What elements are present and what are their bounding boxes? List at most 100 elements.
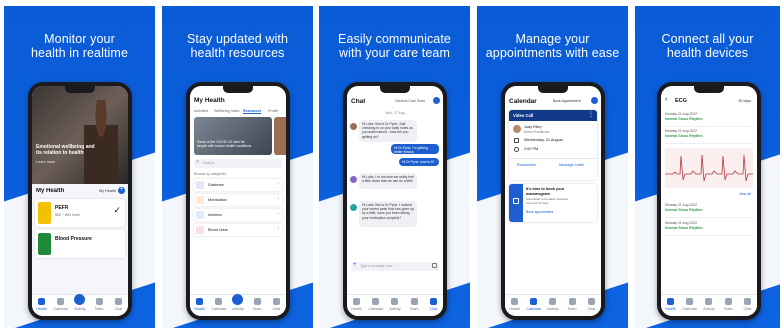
tab-team[interactable]: Team: [248, 298, 266, 311]
metric-card-blood-pressure[interactable]: Blood Pressure: [35, 230, 125, 258]
tab-chat[interactable]: Chat: [424, 298, 442, 311]
tab-label: Chat: [429, 306, 438, 311]
phone-notch: [380, 86, 410, 93]
tab-chat[interactable]: Chat: [267, 298, 285, 311]
tab-chat[interactable]: Chat: [738, 298, 756, 311]
tab-calendar[interactable]: Calendar: [525, 298, 543, 311]
tab-chat[interactable]: Chat: [582, 298, 600, 311]
view-all-link[interactable]: View all: [739, 192, 751, 196]
team-avatar[interactable]: [433, 97, 440, 104]
category-diabetes[interactable]: Diabetes ›: [194, 179, 282, 191]
tab-activity[interactable]: Activity: [71, 294, 89, 311]
book-appointment-button[interactable]: Book appointment: [526, 210, 553, 214]
tab-calendar[interactable]: Calendar: [681, 298, 699, 311]
reschedule-button[interactable]: Reschedule: [517, 163, 536, 167]
message-button[interactable]: Message Leslie: [559, 163, 584, 167]
search-input[interactable]: ⌕ Search: [194, 159, 282, 168]
tab-team[interactable]: Team: [719, 298, 737, 311]
tab-label: Team: [94, 306, 104, 311]
book-appointment-link[interactable]: Book Appointment: [553, 99, 581, 103]
more-icon[interactable]: ⋮: [588, 111, 594, 118]
tab-activity[interactable]: Activity: [229, 294, 247, 311]
chevron-right-icon: ›: [277, 181, 279, 187]
tab-profile[interactable]: Profile: [268, 109, 278, 113]
team-icon: [724, 298, 732, 305]
plus-icon: [74, 294, 86, 305]
reminder-card[interactable]: It's time to book your mammogram Schedul…: [509, 184, 597, 222]
message-in: Hi Luke, I'm not sure we really feel a l…: [359, 173, 417, 189]
tab-activities[interactable]: Activities: [194, 109, 208, 113]
tab-calendar[interactable]: Calendar: [52, 298, 70, 311]
resource-banner-next[interactable]: [274, 117, 286, 155]
day-separator: Mon, 27 Aug: [385, 111, 405, 115]
reminder-body: Scheduled to be taken between now and 12…: [526, 198, 569, 205]
reading-row[interactable]: Monday 21 Aug 2022 Normal Sinus Rhythm: [665, 128, 753, 144]
appointment-card[interactable]: Video Call ⋮ Judy Riley Nurse Practition…: [509, 110, 597, 180]
tab-activity[interactable]: Activity: [700, 298, 718, 311]
add-icon[interactable]: +: [118, 187, 125, 194]
search-placeholder: Search: [203, 161, 215, 165]
tab-bar: Health Calendar Activity Team Chat: [190, 294, 286, 316]
doctor-avatar: [350, 204, 357, 211]
tab-bar: Health Calendar Activity Team Chat: [505, 294, 601, 316]
tab-bar: Health Calendar Activity Team Chat: [32, 294, 128, 316]
tab-bar: Health Calendar Activity Team Chat: [347, 294, 443, 316]
tab-health[interactable]: Health: [348, 298, 366, 311]
category-medication[interactable]: Medication ›: [194, 194, 282, 206]
phone-frame: Chat Genesis Care Team Mon, 27 Aug Hi Lu…: [343, 82, 447, 320]
team-icon: [95, 298, 103, 305]
reading-row[interactable]: Monday 21 Aug 2022 Normal Sinus Rhythm: [665, 202, 753, 218]
pefr-icon: [38, 202, 51, 224]
tab-team[interactable]: Team: [90, 298, 108, 311]
category-blood-tests[interactable]: Blood tests ›: [194, 224, 282, 236]
card-header: Video Call ⋮: [509, 110, 597, 121]
card-title: Video Call: [513, 113, 534, 118]
tab-activity[interactable]: Activity: [544, 298, 562, 311]
tab-activity[interactable]: Activity: [386, 298, 404, 311]
tab-label: Calendar: [53, 306, 69, 311]
phone-notch: [538, 86, 568, 93]
reading-row[interactable]: Monday 21 Aug 2022 Normal Sinus Rhythm: [665, 220, 753, 236]
image-icon[interactable]: [432, 263, 437, 268]
tab-chat[interactable]: Chat: [109, 298, 127, 311]
chevron-right-icon: ›: [277, 226, 279, 232]
tab-health[interactable]: Health: [191, 298, 209, 311]
back-icon[interactable]: ‹: [665, 96, 667, 103]
tab-label: Activity: [389, 306, 401, 311]
phone-frame: My Health Activities Wellbeing Index Res…: [186, 82, 290, 320]
category-label: Blood tests: [208, 227, 228, 232]
add-icon[interactable]: [591, 97, 598, 104]
asthma-icon: [196, 211, 204, 219]
category-asthma[interactable]: Asthma ›: [194, 209, 282, 221]
phone-frame: ‹ ECG 30 days Monday 21 Aug 2022 Normal …: [657, 82, 761, 320]
blood-tests-icon: [196, 226, 204, 234]
my-health-section: My Health My Health + PEFR 500 ~ 800 l/m…: [32, 184, 128, 294]
phone-frame: Emotional wellbeing and its relation to …: [28, 82, 132, 320]
tab-label: Chat: [272, 306, 281, 311]
tab-calendar[interactable]: Calendar: [367, 298, 385, 311]
doctor-role: Nurse Practitioner: [524, 130, 550, 134]
tab-team[interactable]: Team: [563, 298, 581, 311]
tab-team[interactable]: Team: [405, 298, 423, 311]
tab-label: Calendar: [368, 306, 384, 311]
tab-health[interactable]: Health: [506, 298, 524, 311]
reading-row[interactable]: Monday 21 Aug 2022 Normal Sinus Rhythm: [665, 111, 753, 127]
tab-health[interactable]: Health: [33, 298, 51, 311]
range-filter[interactable]: 30 days: [738, 99, 751, 103]
tab-resources[interactable]: Resources: [243, 109, 262, 114]
hero-link[interactable]: Learn more: [36, 160, 55, 164]
search-icon: ⌕: [196, 159, 200, 165]
tab-calendar[interactable]: Calendar: [210, 298, 228, 311]
reading-date: Monday 21 Aug 2022: [665, 203, 698, 207]
section-link[interactable]: My Health: [99, 189, 116, 193]
reading-status: Normal Sinus Rhythm: [665, 134, 703, 138]
category-label: Medication: [208, 197, 228, 202]
tab-health[interactable]: Health: [662, 298, 680, 311]
metric-card-pefr[interactable]: PEFR 500 ~ 800 l/min ✓: [35, 199, 125, 227]
resource-banner[interactable]: Some of the COVID-19 risks for people wi…: [194, 117, 272, 155]
check-icon: ✓: [113, 205, 121, 215]
banner-text: Some of the COVID-19 risks for people wi…: [197, 140, 252, 149]
plus-icon[interactable]: +: [353, 262, 357, 268]
tab-wellbeing-index[interactable]: Wellbeing Index: [214, 109, 240, 113]
message-input[interactable]: + Type a message here: [351, 262, 439, 271]
